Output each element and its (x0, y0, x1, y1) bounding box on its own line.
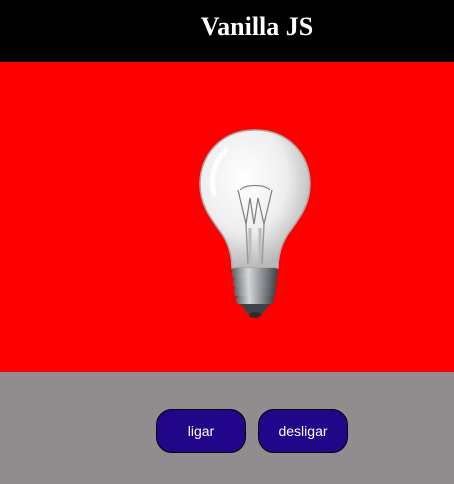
page-title: Vanilla JS (200, 12, 314, 41)
controls-bar: ligar desligar (0, 372, 454, 484)
turn-off-button[interactable]: desligar (258, 409, 348, 453)
turn-on-button[interactable]: ligar (156, 409, 246, 453)
header-bar: Vanilla JS (0, 0, 454, 62)
light-bulb-icon (199, 129, 311, 318)
lamp-stage (0, 62, 454, 372)
